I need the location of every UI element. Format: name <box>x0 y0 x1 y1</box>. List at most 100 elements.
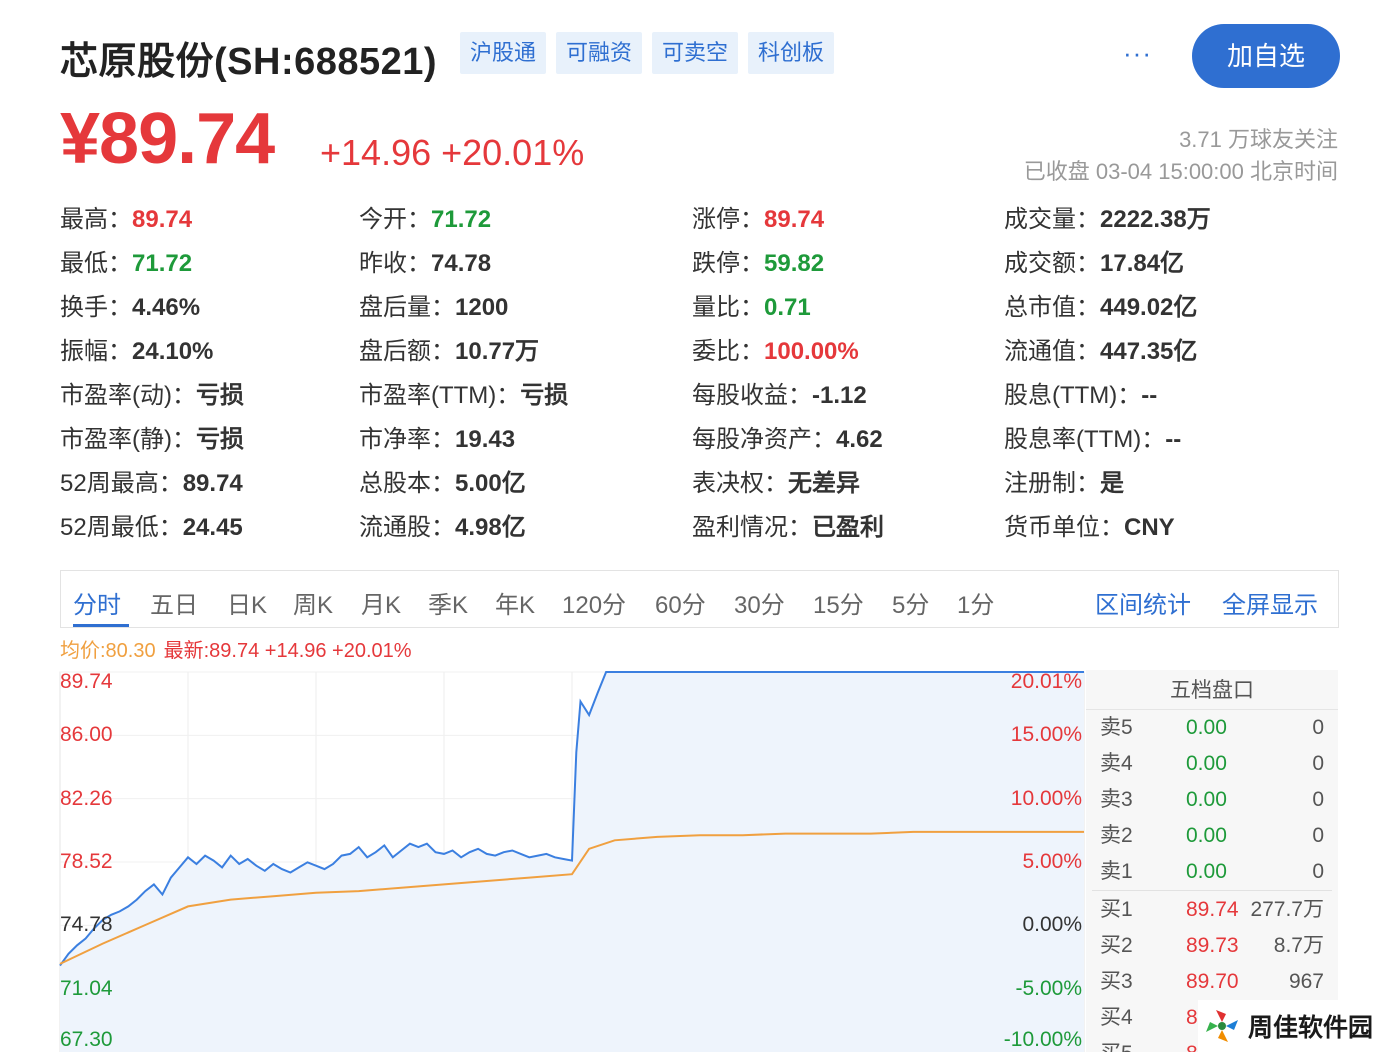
stat-item: 总股本：5.00亿 <box>359 462 568 506</box>
tab-yearly-k[interactable]: 年K <box>495 585 535 620</box>
stats-column-3: 涨停：89.74 跌停：59.82 量比：0.71 委比：100.00% 每股收益：-1… <box>692 198 884 550</box>
tab-5min[interactable]: 5分 <box>892 585 929 620</box>
stat-item: 委比：100.00% <box>692 330 884 374</box>
y-tick-price: 86.00 <box>60 723 113 747</box>
stat-item: 52周最低：24.45 <box>60 506 244 550</box>
y-tick-percent: 5.00% <box>1022 850 1082 873</box>
stat-value: 2222.38万 <box>1100 206 1211 233</box>
stat-value: CNY <box>1124 514 1175 541</box>
stat-value: -1.12 <box>812 382 867 409</box>
chart-tabbar: 分时 五日 日K 周K 月K 季K 年K 120分 60分 30分 15分 5分… <box>60 570 1339 628</box>
stat-value: 17.84亿 <box>1100 250 1185 277</box>
stat-item: 盘后量：1200 <box>359 286 568 330</box>
stat-value: 89.74 <box>132 206 193 233</box>
stats-column-1: 最高：89.74 最低：71.72 换手：4.46% 振幅：24.10% 市盈率(动)：… <box>60 198 244 550</box>
add-watchlist-button[interactable]: 加自选 <box>1192 24 1340 88</box>
stat-value: 24.45 <box>182 514 243 541</box>
legend-avg-price: 均价:80.30 <box>60 640 156 662</box>
stat-item: 盘后额：10.77万 <box>359 330 568 374</box>
ask-row: 卖1 0.00 0 <box>1086 854 1338 890</box>
range-stats-link[interactable]: 区间统计 <box>1095 585 1191 620</box>
stat-label: 昨收： <box>359 250 431 277</box>
tab-30min[interactable]: 30分 <box>734 585 785 620</box>
stock-tags: 沪股通 可融资 可卖空 科创板 <box>460 32 835 74</box>
ask-row: 卖2 0.00 0 <box>1086 818 1338 854</box>
stat-label: 涨停： <box>692 206 764 233</box>
stat-item: 股息率(TTM)：-- <box>1004 418 1211 462</box>
stat-label: 量比： <box>692 294 764 321</box>
stat-value: 71.72 <box>132 250 193 277</box>
stat-item: 换手：4.46% <box>60 286 244 330</box>
tab-monthly-k[interactable]: 月K <box>361 585 401 620</box>
tab-60min[interactable]: 60分 <box>655 585 706 620</box>
stat-label: 盘后额： <box>359 338 455 365</box>
order-book: 五档盘口 卖5 0.00 0 卖4 0.00 0 卖3 0.00 0 卖2 0.00 0 卖1 0.00 0… <box>1086 670 1338 1052</box>
tab-1min[interactable]: 1分 <box>957 585 994 620</box>
stat-item: 货币单位：CNY <box>1004 506 1211 550</box>
tag-hgt[interactable]: 沪股通 <box>460 32 547 74</box>
stat-label: 股息(TTM)： <box>1004 382 1142 409</box>
intraday-chart[interactable]: 雪球 89.7420.01%86.0015.00%82.2610.00%78.5… <box>58 668 1086 1052</box>
stat-value: 1200 <box>455 294 509 321</box>
stat-value: 10.77万 <box>455 338 540 365</box>
stat-label: 盈利情况： <box>692 514 812 541</box>
price-change: +14.96 +20.01% <box>320 132 585 173</box>
more-icon[interactable]: ··· <box>1123 38 1152 69</box>
stat-value: 447.35亿 <box>1100 338 1198 365</box>
ask-row: 卖5 0.00 0 <box>1086 710 1338 746</box>
stat-label: 市盈率(TTM)： <box>359 382 521 409</box>
level-label: 买5 <box>1100 1036 1133 1052</box>
ask-row: 卖4 0.00 0 <box>1086 746 1338 782</box>
level-volume: 967 <box>1288 970 1324 993</box>
stat-label: 股息率(TTM)： <box>1004 426 1166 453</box>
stat-item: 盈利情况：已盈利 <box>692 506 884 550</box>
stat-value: 71.72 <box>431 206 492 233</box>
tab-15min[interactable]: 15分 <box>813 585 864 620</box>
stat-value: 0.71 <box>764 294 811 321</box>
level-volume: 0 <box>1312 752 1324 775</box>
tab-weekly-k[interactable]: 周K <box>293 585 333 620</box>
stat-value: 是 <box>1100 470 1124 497</box>
stat-item: 振幅：24.10% <box>60 330 244 374</box>
stat-value: 亏损 <box>195 382 244 409</box>
level-volume: 277.7万 <box>1250 898 1324 921</box>
stat-value: 无差异 <box>788 470 860 497</box>
stat-item: 最高：89.74 <box>60 198 244 242</box>
level-price: 89.73 <box>1186 934 1239 957</box>
stat-item: 注册制：是 <box>1004 462 1211 506</box>
stat-item: 市盈率(静)：亏损 <box>60 418 244 462</box>
level-label: 卖2 <box>1100 824 1133 847</box>
stat-item: 市盈率(动)：亏损 <box>60 374 244 418</box>
stat-value: -- <box>1141 382 1158 409</box>
stat-label: 表决权： <box>692 470 788 497</box>
tab-daily-k[interactable]: 日K <box>227 585 267 620</box>
fullscreen-link[interactable]: 全屏显示 <box>1222 585 1318 620</box>
y-tick-percent: -5.00% <box>1015 976 1082 1000</box>
level-volume: 0 <box>1312 860 1324 883</box>
stat-label: 成交额： <box>1004 250 1100 277</box>
tag-star-market[interactable]: 科创板 <box>748 32 835 74</box>
level-price: 0.00 <box>1186 860 1227 883</box>
stats-column-4: 成交量：2222.38万 成交额：17.84亿 总市值：449.02亿 流通值：447… <box>1004 198 1211 550</box>
y-tick-price: 82.26 <box>60 786 113 810</box>
level-label: 买3 <box>1100 970 1133 993</box>
tab-intraday[interactable]: 分时 <box>73 585 121 620</box>
tab-120min[interactable]: 120分 <box>562 585 626 620</box>
tab-5day[interactable]: 五日 <box>150 585 198 620</box>
stats-column-2: 今开：71.72 昨收：74.78 盘后量：1200 盘后额：10.77万 市盈率(TT… <box>359 198 568 550</box>
level-volume: 0 <box>1312 788 1324 811</box>
stat-label: 委比： <box>692 338 764 365</box>
stat-value: 已盈利 <box>812 514 884 541</box>
y-tick-percent: 10.00% <box>1010 786 1082 810</box>
tag-short[interactable]: 可卖空 <box>652 32 739 74</box>
tag-margin[interactable]: 可融资 <box>556 32 643 74</box>
tab-quarterly-k[interactable]: 季K <box>428 585 468 620</box>
follower-count[interactable]: 3.71 万球友关注 <box>1179 122 1338 154</box>
stat-item: 每股收益：-1.12 <box>692 374 884 418</box>
chart-canvas[interactable] <box>58 668 1086 1052</box>
stat-item: 52周最高：89.74 <box>60 462 244 506</box>
stat-value: 4.46% <box>132 294 201 321</box>
pinwheel-logo-icon <box>1202 1006 1242 1046</box>
level-label: 卖1 <box>1100 860 1133 883</box>
stat-label: 最低： <box>60 250 132 277</box>
